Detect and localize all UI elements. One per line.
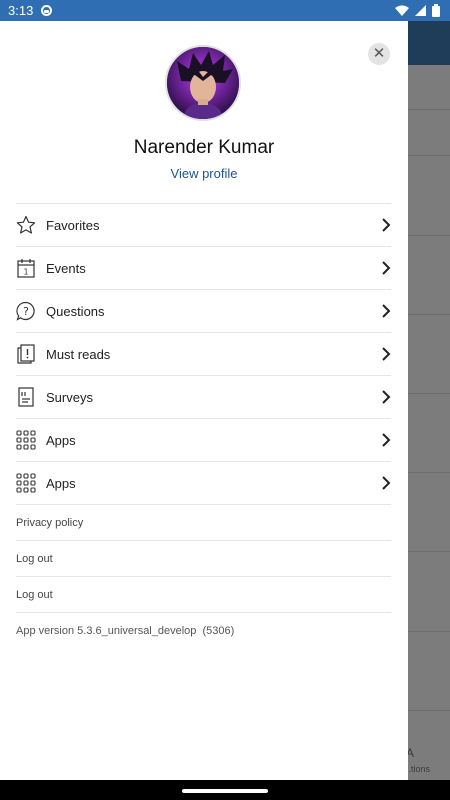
close-icon: ✕ bbox=[372, 45, 386, 62]
must-read-icon bbox=[16, 344, 36, 364]
chevron-right-icon bbox=[381, 347, 391, 361]
status-time: 3:13 bbox=[8, 3, 34, 18]
menu-item-label: Apps bbox=[46, 475, 76, 491]
apps-grid-icon bbox=[16, 430, 36, 450]
cellular-icon bbox=[415, 5, 426, 16]
menu-item-surveys[interactable]: Surveys bbox=[16, 375, 391, 418]
user-name: Narender Kumar bbox=[133, 137, 275, 158]
menu-item-apps[interactable]: Apps bbox=[16, 418, 391, 461]
battery-icon bbox=[432, 4, 440, 17]
chevron-right-icon bbox=[381, 218, 391, 232]
menu-item-label: Questions bbox=[46, 303, 105, 319]
star-icon bbox=[16, 215, 36, 235]
privacy-policy-link[interactable]: Privacy policy bbox=[16, 504, 391, 540]
svg-text:?: ? bbox=[23, 305, 29, 318]
log-out-link[interactable]: Log out bbox=[16, 576, 391, 612]
status-bar: 3:13 bbox=[0, 0, 450, 21]
drawer-menu: Favorites 1 Events ? Questions Must read… bbox=[16, 203, 391, 648]
home-gesture-handle[interactable] bbox=[182, 789, 268, 793]
apps-grid-icon bbox=[16, 473, 36, 493]
menu-item-label: Events bbox=[46, 260, 86, 276]
menu-item-label: Surveys bbox=[46, 389, 93, 405]
chevron-right-icon bbox=[381, 261, 391, 275]
system-navigation-bar bbox=[0, 780, 450, 800]
menu-item-apps[interactable]: Apps bbox=[16, 461, 391, 504]
navigation-drawer: ✕ Narender Kumar View profile Favorites bbox=[0, 21, 408, 780]
menu-item-questions[interactable]: ? Questions bbox=[16, 289, 391, 332]
calendar-icon: 1 bbox=[16, 258, 36, 278]
menu-item-label: Must reads bbox=[46, 346, 111, 362]
avatar[interactable] bbox=[165, 45, 241, 121]
wifi-icon bbox=[395, 5, 409, 16]
chevron-right-icon bbox=[381, 390, 391, 404]
menu-item-must-reads[interactable]: Must reads bbox=[16, 332, 391, 375]
svg-text:1: 1 bbox=[23, 268, 28, 277]
survey-icon bbox=[16, 387, 36, 407]
menu-item-label: Apps bbox=[46, 432, 76, 448]
notification-icon bbox=[41, 5, 53, 16]
menu-item-label: Favorites bbox=[46, 217, 100, 233]
view-profile-link[interactable]: View profile bbox=[0, 166, 408, 181]
app-version-text: App version 5.3.6_universal_develop (530… bbox=[16, 612, 391, 648]
chevron-right-icon bbox=[381, 304, 391, 318]
chevron-right-icon bbox=[381, 433, 391, 447]
log-out-link[interactable]: Log out bbox=[16, 540, 391, 576]
menu-item-favorites[interactable]: Favorites bbox=[16, 203, 391, 246]
question-bubble-icon: ? bbox=[16, 301, 36, 321]
chevron-right-icon bbox=[381, 476, 391, 490]
menu-item-events[interactable]: 1 Events bbox=[16, 246, 391, 289]
close-drawer-button[interactable]: ✕ bbox=[368, 43, 390, 65]
